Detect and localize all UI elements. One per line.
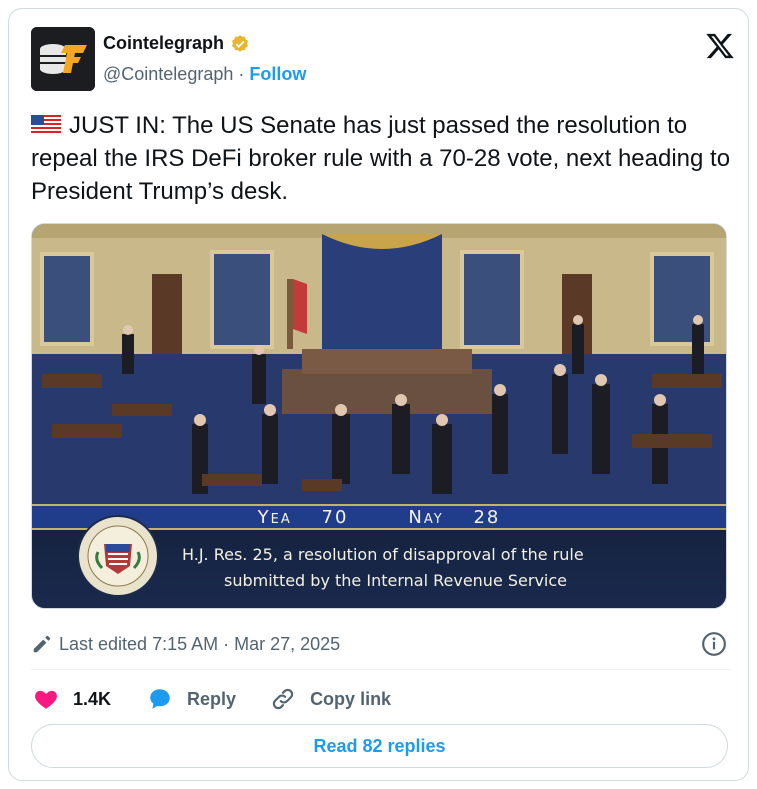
yea-group: Yea 70 xyxy=(258,507,349,528)
avatar[interactable] xyxy=(31,27,95,91)
reply-bubble-icon xyxy=(150,689,170,709)
follow-button[interactable]: Follow xyxy=(249,64,306,84)
nay-count: 28 xyxy=(473,506,501,528)
heart-icon xyxy=(35,690,57,709)
link-icon xyxy=(272,688,294,710)
like-button[interactable]: 1.4K xyxy=(33,686,111,712)
x-logo-icon[interactable] xyxy=(705,31,735,61)
handle[interactable]: @Cointelegraph xyxy=(103,64,233,84)
senate-chamber-photo xyxy=(32,224,726,504)
display-name[interactable]: Cointelegraph xyxy=(103,33,224,54)
tweet-media-image[interactable]: Yea 70 Nay 28 H.J. Res. 25, a resolution… xyxy=(31,223,727,609)
edited-timestamp[interactable]: Last edited 7:15 AM · Mar 27, 2025 xyxy=(59,634,340,655)
verified-badge-icon xyxy=(232,34,249,52)
yea-count: 70 xyxy=(321,506,349,528)
copy-link-label: Copy link xyxy=(310,688,392,709)
tweet-header: Cointelegraph @Cointelegraph · Follow xyxy=(31,27,734,91)
yea-label: Yea xyxy=(257,506,292,528)
us-flag-icon xyxy=(31,115,61,135)
info-icon[interactable] xyxy=(701,631,727,657)
tweet-text: JUST IN: The US Senate has just passed t… xyxy=(31,109,731,208)
tweet-meta: Last edited 7:15 AM · Mar 27, 2025 xyxy=(31,629,731,659)
copy-link-button[interactable]: Copy link xyxy=(270,686,391,712)
reply-label: Reply xyxy=(187,688,237,709)
handle-separator: · xyxy=(238,64,245,84)
caption-line-1: H.J. Res. 25, a resolution of disapprova… xyxy=(182,545,584,564)
read-replies-button[interactable]: Read 82 replies xyxy=(31,724,728,768)
caption-text: H.J. Res. 25, a resolution of disapprova… xyxy=(182,542,702,594)
like-count: 1.4K xyxy=(73,688,112,709)
divider xyxy=(31,669,731,670)
handle-row: @Cointelegraph · Follow xyxy=(103,64,306,85)
pencil-icon xyxy=(33,635,51,653)
read-replies-label: Read 82 replies xyxy=(313,735,446,756)
nay-group: Nay 28 xyxy=(408,507,500,528)
action-bar: 1.4K Reply Copy link xyxy=(31,683,731,715)
name-row: Cointelegraph xyxy=(103,33,250,54)
cointelegraph-logo-icon xyxy=(31,27,95,91)
caption-line-2: submitted by the Internal Revenue Servic… xyxy=(224,571,567,590)
reply-button[interactable]: Reply xyxy=(147,686,236,712)
us-senate-seal-icon xyxy=(77,515,159,597)
tweet-body: JUST IN: The US Senate has just passed t… xyxy=(31,112,731,205)
nay-label: Nay xyxy=(408,506,444,528)
tweet-card: Cointelegraph @Cointelegraph · Follow JU… xyxy=(8,8,749,781)
